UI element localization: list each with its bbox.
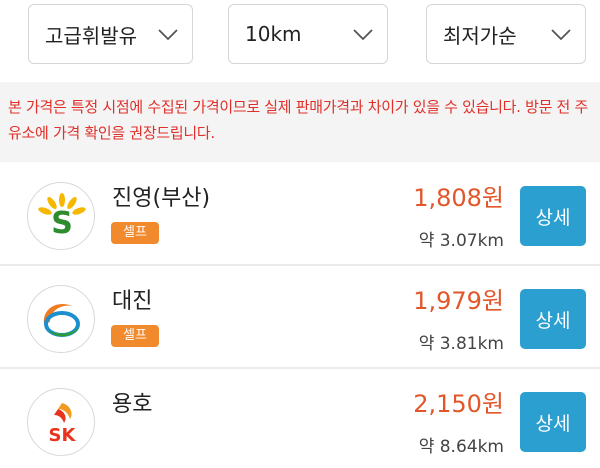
self-service-badge: 셀프 (111, 222, 159, 244)
detail-button[interactable]: 상세 (520, 392, 586, 452)
station-name: 대진 (112, 289, 153, 314)
sort-dropdown[interactable]: 최저가순 (426, 4, 586, 64)
price-notice-text: 본 가격은 특정 시점에 수집된 가격이므로 실제 판매가격과 차이가 있을 수… (8, 98, 589, 142)
svg-text:S: S (51, 206, 73, 241)
detail-button[interactable]: 상세 (520, 186, 586, 246)
self-service-badge: 셀프 (111, 325, 159, 347)
fuel-type-dropdown[interactable]: 고급휘발유 (28, 4, 193, 64)
station-distance: 약 8.64km (418, 437, 504, 457)
gs-caltex-logo-icon (27, 285, 95, 353)
s-oil-logo-icon: S (27, 182, 95, 250)
chevron-down-icon (551, 29, 571, 41)
price-notice: 본 가격은 특정 시점에 수집된 가격이므로 실제 판매가격과 차이가 있을 수… (0, 82, 600, 162)
station-distance: 약 3.81km (418, 334, 504, 354)
station-price: 1,808원 (413, 184, 504, 212)
sk-logo-text: SK (49, 425, 77, 446)
fuel-type-value: 고급휘발유 (45, 23, 137, 48)
station-list-item[interactable]: S 진영(부산) 셀프 1,808원 약 3.07km 상세 (0, 164, 600, 266)
sk-energy-logo-icon: SK (27, 388, 95, 456)
detail-button[interactable]: 상세 (520, 289, 586, 349)
radius-dropdown[interactable]: 10km (228, 4, 388, 64)
sort-value: 최저가순 (443, 23, 517, 48)
station-list-item[interactable]: SK 용호 2,150원 약 8.64km 상세 (0, 370, 600, 468)
filter-bar: 고급휘발유 10km 최저가순 (0, 0, 600, 80)
station-list-item[interactable]: 대진 셀프 1,979원 약 3.81km 상세 (0, 267, 600, 369)
radius-value: 10km (245, 22, 302, 46)
station-name: 진영(부산) (112, 186, 211, 211)
station-price: 1,979원 (413, 287, 504, 315)
station-name: 용호 (112, 392, 153, 417)
station-price: 2,150원 (413, 390, 504, 418)
station-distance: 약 3.07km (418, 231, 504, 251)
chevron-down-icon (158, 29, 178, 41)
chevron-down-icon (353, 29, 373, 41)
